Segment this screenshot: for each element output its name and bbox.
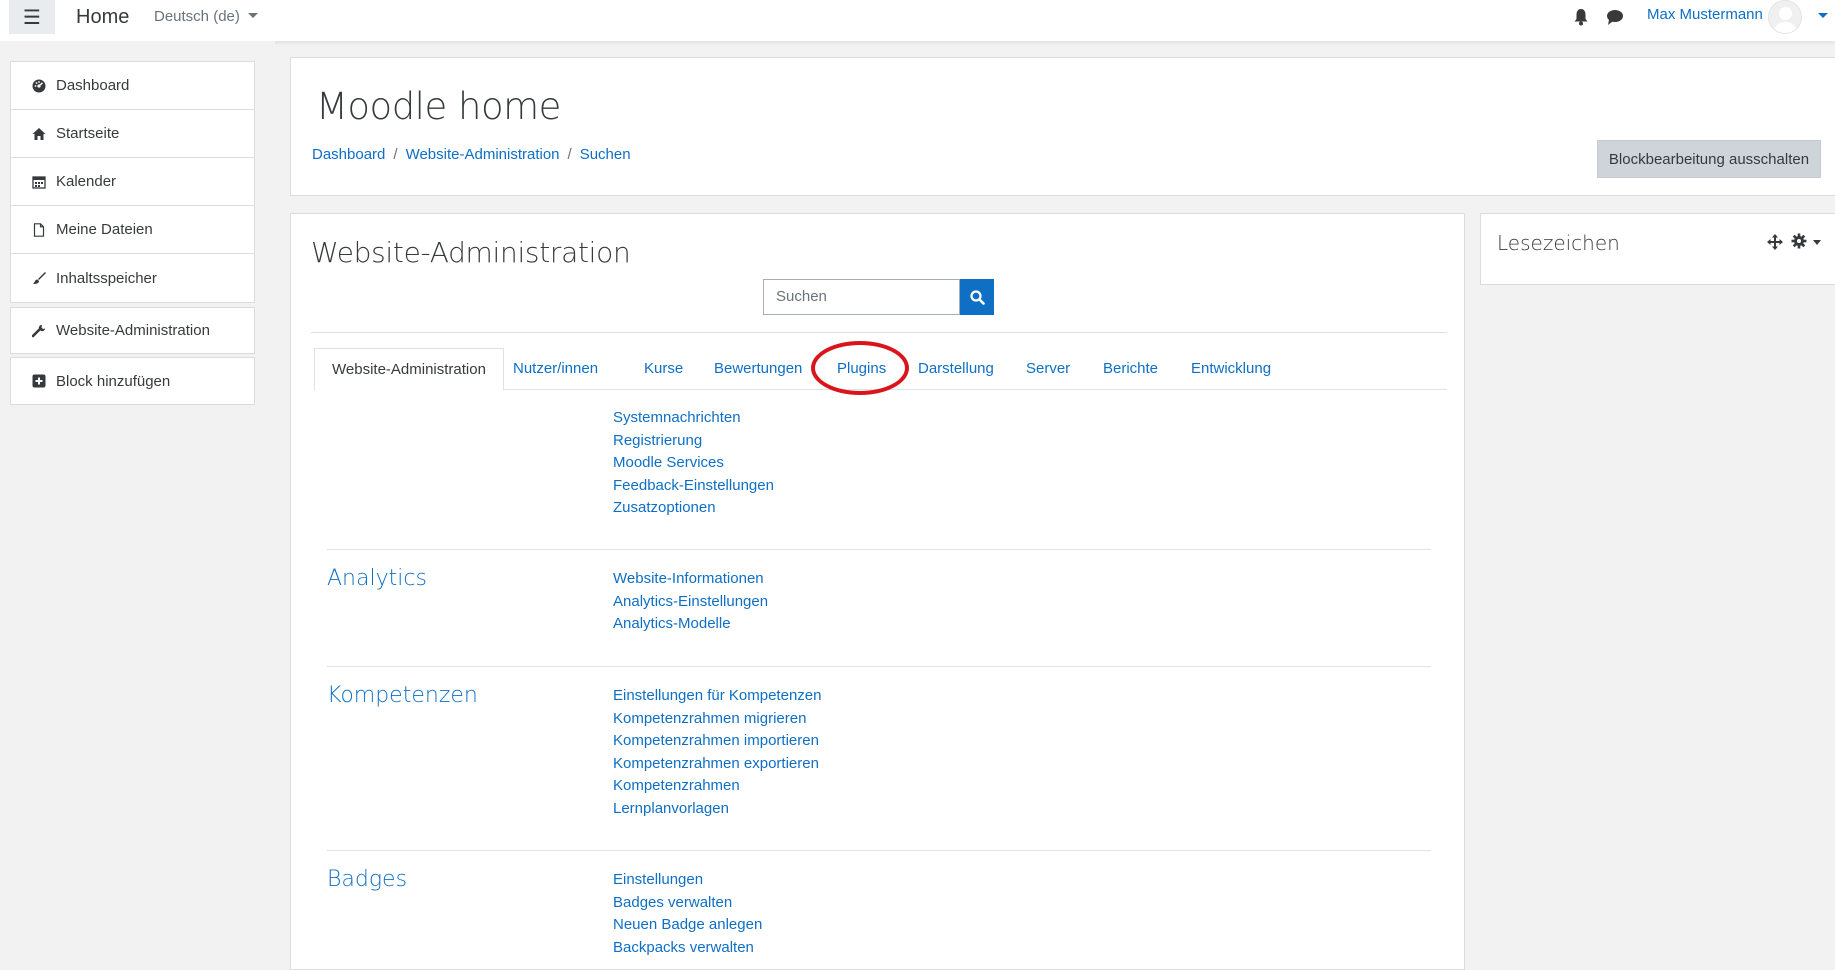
chat-icon[interactable] bbox=[1606, 8, 1624, 26]
language-label: Deutsch (de) bbox=[154, 8, 240, 25]
tab-nutzer-innen[interactable]: Nutzer/innen bbox=[513, 348, 598, 390]
user-menu-chevron-icon[interactable] bbox=[1818, 13, 1828, 18]
analytics-links: Website-Informationen Analytics-Einstell… bbox=[613, 568, 768, 636]
page-title: Moodle home bbox=[316, 85, 561, 128]
top-navbar: ☰ Home Deutsch (de) Max Mustermann bbox=[0, 0, 1835, 41]
link-kompetenzrahmen-importieren[interactable]: Kompetenzrahmen importieren bbox=[613, 730, 821, 753]
drawer-block-group: Block hinzufügen bbox=[10, 357, 255, 405]
user-menu-name[interactable]: Max Mustermann bbox=[1647, 6, 1763, 23]
link-zusatzoptionen[interactable]: Zusatzoptionen bbox=[613, 497, 774, 520]
chevron-down-icon bbox=[247, 12, 258, 18]
page-header: Moodle home Dashboard / Website-Administra… bbox=[290, 57, 1835, 196]
general-links: Systemnachrichten Registrierung Moodle S… bbox=[613, 407, 774, 520]
link-moodle-services[interactable]: Moodle Services bbox=[613, 452, 774, 475]
drawer-item-inhaltsspeicher[interactable]: Inhaltsspeicher bbox=[11, 254, 254, 302]
file-icon bbox=[32, 222, 46, 237]
dashboard-icon bbox=[32, 79, 46, 93]
tab-entwicklung[interactable]: Entwicklung bbox=[1191, 348, 1271, 390]
brand-home-link[interactable]: Home bbox=[76, 6, 129, 29]
wrench-icon bbox=[32, 324, 46, 338]
badges-links: Einstellungen Badges verwalten Neuen Bad… bbox=[613, 869, 762, 959]
link-website-informationen[interactable]: Website-Informationen bbox=[613, 568, 768, 591]
breadcrumb-suchen[interactable]: Suchen bbox=[580, 146, 631, 163]
drawer-item-label: Meine Dateien bbox=[56, 221, 153, 238]
brush-icon bbox=[32, 271, 46, 285]
drawer-item-label: Block hinzufügen bbox=[56, 372, 171, 390]
link-badges-verwalten[interactable]: Badges verwalten bbox=[613, 892, 762, 915]
drawer-main-group: Dashboard Startseite Kalender Meine Date… bbox=[10, 61, 255, 303]
divider bbox=[327, 666, 1431, 667]
menu-toggle-button[interactable]: ☰ bbox=[9, 0, 55, 34]
admin-search-input[interactable]: Suchen bbox=[763, 279, 960, 315]
link-analytics-einstellungen[interactable]: Analytics-Einstellungen bbox=[613, 591, 768, 614]
link-analytics-modelle[interactable]: Analytics-Modelle bbox=[613, 613, 768, 636]
move-icon[interactable] bbox=[1767, 234, 1783, 250]
tab-kurse[interactable]: Kurse bbox=[644, 348, 683, 390]
breadcrumb: Dashboard / Website-Administration / Suchen bbox=[312, 146, 631, 163]
drawer-item-label: Startseite bbox=[56, 125, 120, 142]
link-registrierung[interactable]: Registrierung bbox=[613, 430, 774, 453]
drawer-item-add-block[interactable]: Block hinzufügen bbox=[11, 358, 254, 404]
calendar-icon bbox=[32, 175, 46, 189]
tab-darstellung[interactable]: Darstellung bbox=[918, 348, 994, 390]
breadcrumb-dashboard[interactable]: Dashboard bbox=[312, 146, 385, 163]
drawer-item-kalender[interactable]: Kalender bbox=[11, 158, 254, 206]
breadcrumb-separator: / bbox=[567, 146, 572, 163]
admin-heading: Website-Administration bbox=[311, 236, 631, 269]
menu-icon: ☰ bbox=[23, 6, 41, 29]
link-einstellungen[interactable]: Einstellungen bbox=[613, 869, 762, 892]
link-lernplanvorlagen[interactable]: Lernplanvorlagen bbox=[613, 798, 821, 821]
avatar[interactable] bbox=[1768, 0, 1802, 34]
language-selector[interactable]: Deutsch (de) bbox=[154, 8, 258, 25]
drawer-item-label: Dashboard bbox=[56, 77, 130, 94]
divider bbox=[327, 850, 1431, 851]
link-kompetenzrahmen[interactable]: Kompetenzrahmen bbox=[613, 775, 821, 798]
tab-website-administration[interactable]: Website-Administration bbox=[314, 348, 504, 391]
chevron-down-icon[interactable] bbox=[1813, 240, 1821, 245]
drawer-item-website-administration[interactable]: Website-Administration bbox=[11, 308, 254, 353]
drawer-item-label: Inhaltsspeicher bbox=[56, 269, 157, 287]
divider bbox=[327, 549, 1431, 550]
drawer-item-label: Website-Administration bbox=[56, 322, 210, 339]
drawer-item-startseite[interactable]: Startseite bbox=[11, 110, 254, 158]
link-neuen-badge-anlegen[interactable]: Neuen Badge anlegen bbox=[613, 914, 762, 937]
bookmarks-block: Lesezeichen bbox=[1480, 213, 1835, 285]
gear-icon[interactable] bbox=[1791, 233, 1807, 249]
drawer-item-dashboard[interactable]: Dashboard bbox=[11, 62, 254, 110]
search-icon bbox=[969, 289, 985, 305]
drawer-item-meine-dateien[interactable]: Meine Dateien bbox=[11, 206, 254, 254]
divider bbox=[311, 332, 1447, 333]
search-button[interactable] bbox=[960, 279, 994, 315]
drawer-admin-group: Website-Administration bbox=[10, 307, 255, 354]
link-feedback-einstellungen[interactable]: Feedback-Einstellungen bbox=[613, 475, 774, 498]
breadcrumb-separator: / bbox=[393, 146, 398, 163]
tab-server[interactable]: Server bbox=[1026, 348, 1070, 390]
category-kompetenzen[interactable]: Kompetenzen bbox=[327, 683, 478, 708]
plus-square-icon bbox=[32, 374, 46, 388]
toggle-block-editing-button[interactable]: Blockbearbeitung ausschalten bbox=[1597, 140, 1821, 178]
tab-bewertungen[interactable]: Bewertungen bbox=[714, 348, 802, 390]
bell-icon[interactable] bbox=[1574, 8, 1588, 26]
nav-drawer: Dashboard Startseite Kalender Meine Date… bbox=[0, 41, 275, 970]
bookmarks-block-title: Lesezeichen bbox=[1497, 231, 1620, 255]
category-analytics[interactable]: Analytics bbox=[327, 566, 427, 591]
drawer-item-label: Kalender bbox=[56, 173, 117, 190]
home-icon bbox=[32, 127, 46, 141]
link-backpacks-verwalten[interactable]: Backpacks verwalten bbox=[613, 937, 762, 960]
breadcrumb-website-administration[interactable]: Website-Administration bbox=[406, 146, 560, 163]
link-systemnachrichten[interactable]: Systemnachrichten bbox=[613, 407, 774, 430]
category-badges[interactable]: Badges bbox=[327, 867, 407, 892]
link-kompetenzrahmen-exportieren[interactable]: Kompetenzrahmen exportieren bbox=[613, 753, 821, 776]
tab-berichte[interactable]: Berichte bbox=[1103, 348, 1158, 390]
link-kompetenzrahmen-migrieren[interactable]: Kompetenzrahmen migrieren bbox=[613, 708, 821, 731]
plugins-highlight-annotation bbox=[811, 341, 909, 395]
kompetenzen-links: Einstellungen für Kompetenzen Kompetenzr… bbox=[613, 685, 821, 821]
admin-content: Website-Administration Suchen Website-Ad… bbox=[290, 213, 1465, 970]
link-einstellungen-kompetenzen[interactable]: Einstellungen für Kompetenzen bbox=[613, 685, 821, 708]
